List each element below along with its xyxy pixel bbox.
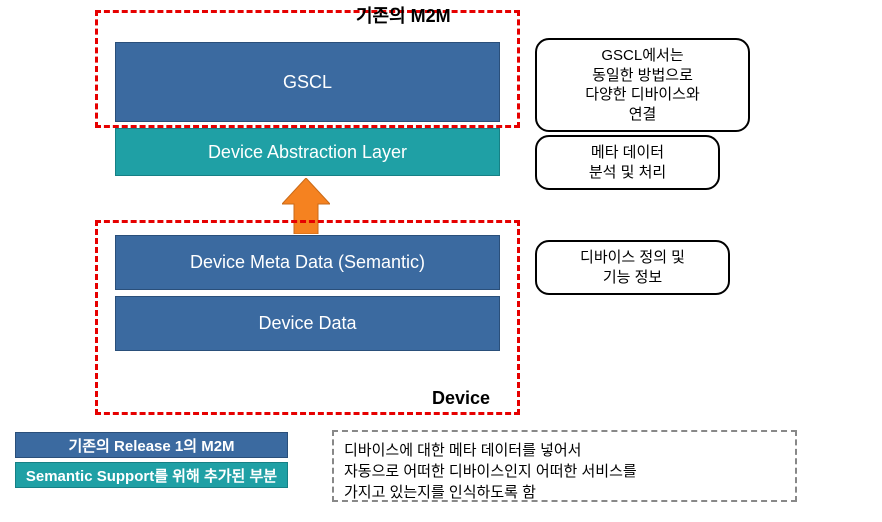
meta-label: Device Meta Data (Semantic): [190, 252, 425, 273]
dal-label: Device Abstraction Layer: [208, 142, 407, 163]
device-meta-data-block: Device Meta Data (Semantic): [115, 235, 500, 290]
footer-note: 디바이스에 대한 메타 데이터를 넣어서 자동으로 어떠한 디바이스인지 어떠한…: [332, 430, 797, 502]
legacy-m2m-label: 기존의 M2M: [356, 2, 451, 28]
meta-callout: 디바이스 정의 및 기능 정보: [535, 240, 730, 295]
device-abstraction-layer-block: Device Abstraction Layer: [115, 128, 500, 176]
device-section-label: Device: [432, 388, 490, 409]
legend-semantic: Semantic Support를 위해 추가된 부분: [15, 462, 288, 488]
gscl-block: GSCL: [115, 42, 500, 122]
dal-callout: 메타 데이터 분석 및 처리: [535, 135, 720, 190]
legend-release1-label: 기존의 Release 1의 M2M: [68, 435, 234, 456]
legend-semantic-label: Semantic Support를 위해 추가된 부분: [26, 465, 277, 486]
gscl-callout: GSCL에서는 동일한 방법으로 다양한 디바이스와 연결: [535, 38, 750, 132]
gscl-label: GSCL: [283, 72, 332, 93]
data-label: Device Data: [258, 313, 356, 334]
diagram-canvas: 기존의 M2M GSCL Device Abstraction Layer De…: [0, 0, 882, 522]
legend-release1: 기존의 Release 1의 M2M: [15, 432, 288, 458]
device-data-block: Device Data: [115, 296, 500, 351]
